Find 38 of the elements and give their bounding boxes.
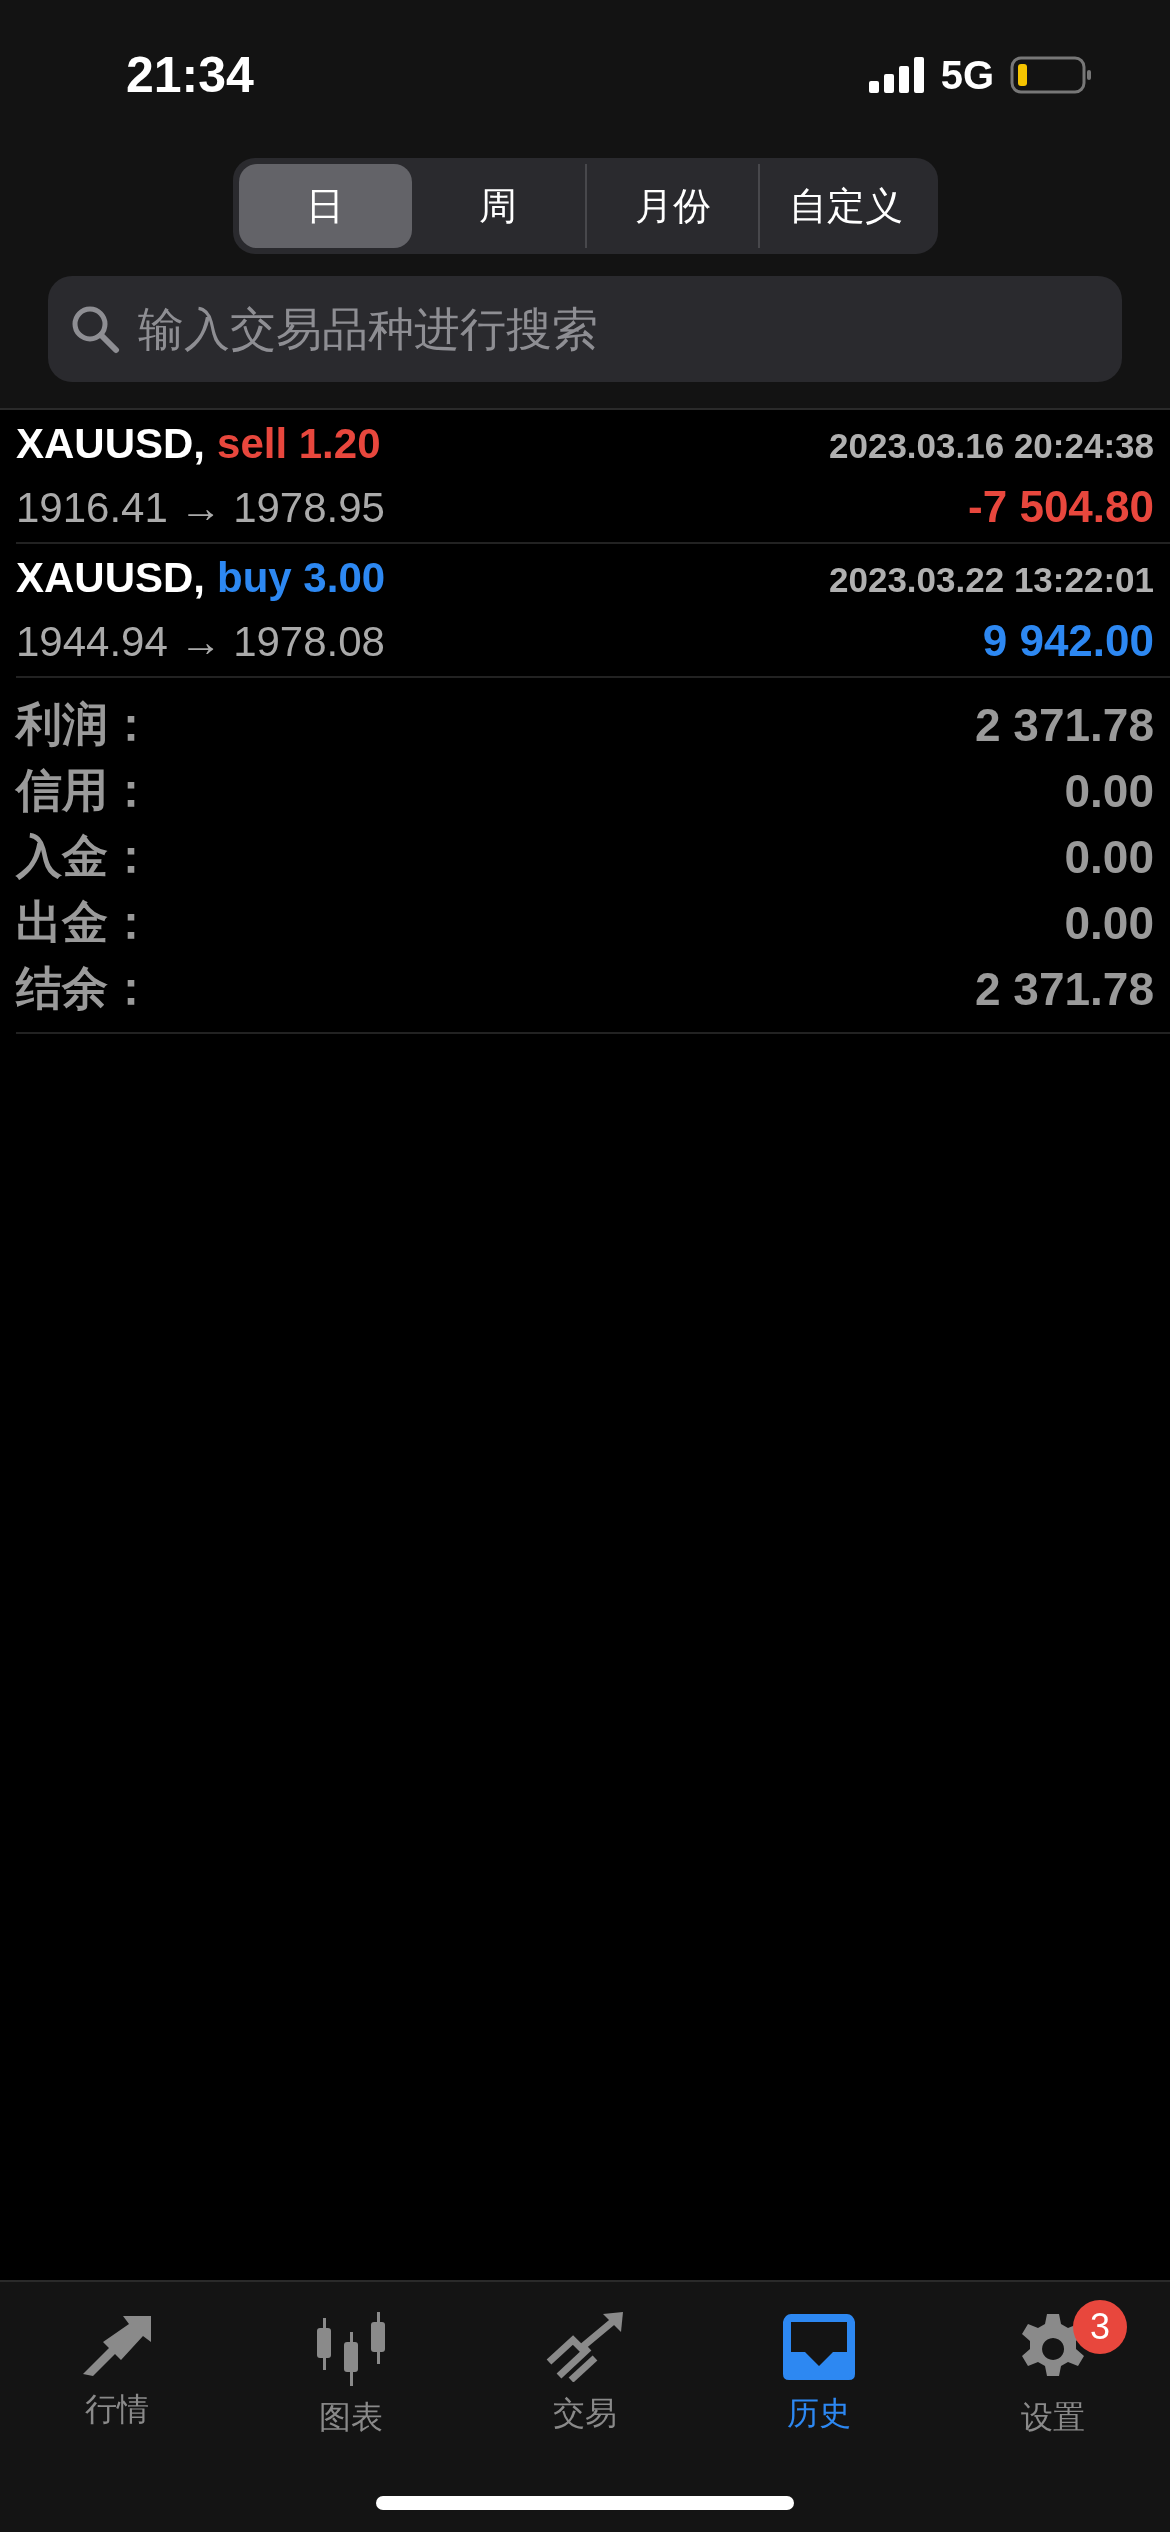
trade-prices: 1944.94 → 1978.08	[16, 618, 385, 666]
tab-bar-item[interactable]: 交易	[468, 2300, 702, 2440]
period-tab[interactable]: 周	[411, 164, 585, 248]
notification-badge: 3	[1073, 2300, 1127, 2354]
battery-icon	[1010, 56, 1092, 94]
summary-value: 2 371.78	[974, 962, 1154, 1016]
search-icon	[70, 304, 120, 354]
signal-icon	[868, 57, 925, 93]
tab-bar-item[interactable]: 图表	[234, 2300, 468, 2444]
trade-time: 2023.03.16 20:24:38	[829, 426, 1154, 466]
search-field[interactable]: 输入交易品种进行搜索	[48, 276, 1122, 382]
summary-value: 0.00	[1064, 896, 1154, 950]
trade-side: sell 1.20	[217, 420, 381, 467]
period-tab[interactable]: 日	[238, 164, 412, 248]
symbol-label: XAUUSD,	[16, 554, 206, 601]
summary-label: 入金：	[16, 829, 154, 884]
trend-arrow-icon	[545, 2312, 625, 2382]
symbol-label: XAUUSD,	[16, 420, 206, 467]
inbox-icon	[781, 2312, 857, 2382]
summary-label: 利润：	[16, 697, 154, 752]
trade-prices: 1916.41 → 1978.95	[16, 484, 385, 532]
summary-value: 0.00	[1064, 764, 1154, 818]
period-tab[interactable]: 自定义	[758, 164, 932, 248]
tab-bar-item[interactable]: 设置 3	[936, 2300, 1170, 2444]
network-label: 5G	[940, 52, 994, 98]
summary-label: 出金：	[16, 895, 154, 950]
period-tab[interactable]: 月份	[585, 164, 759, 248]
tab-bar-item[interactable]: 行情	[0, 2300, 234, 2436]
trade-profit: -7 504.80	[968, 482, 1154, 532]
summary-label: 信用：	[16, 763, 154, 818]
tab-bar-item[interactable]: 历史	[702, 2300, 936, 2440]
summary-label: 结余：	[16, 961, 154, 1016]
status-time: 21:34	[126, 46, 254, 104]
trade-time: 2023.03.22 13:22:01	[829, 560, 1154, 600]
trade-side: buy 3.00	[217, 554, 386, 601]
trade-profit: 9 942.00	[982, 616, 1154, 666]
summary-value: 2 371.78	[974, 698, 1154, 752]
summary-value: 0.00	[1064, 830, 1154, 884]
